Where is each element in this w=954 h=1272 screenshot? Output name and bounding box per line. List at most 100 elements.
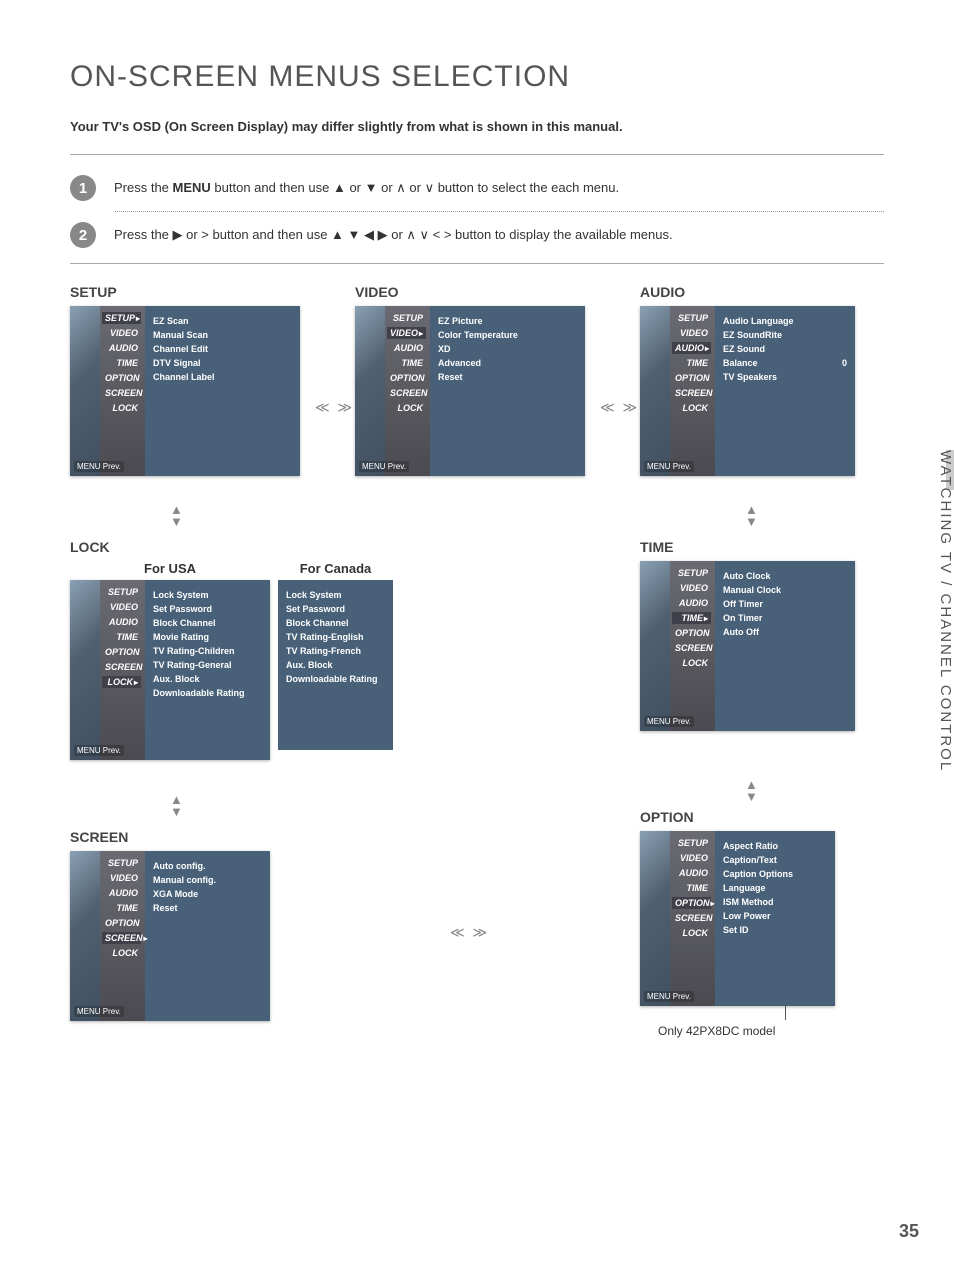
subtitle: Your TV's OSD (On Screen Display) may di…	[70, 119, 884, 134]
osd-option-item: DTV Signal	[153, 358, 292, 368]
osd-menu-item: OPTION▸	[672, 897, 711, 909]
osd-menu-item: TIME▸	[672, 612, 711, 624]
arrows-vertical-icon: ▲▼	[745, 504, 758, 527]
osd-option-item: Manual Clock	[723, 585, 847, 595]
osd-menu-item: AUDIO	[672, 867, 711, 879]
osd-menu-item: SCREEN	[672, 912, 711, 924]
arrows-horizontal-icon: ≪ ≫	[450, 924, 489, 941]
osd-video: SETUPVIDEO▸AUDIOTIMEOPTIONSCREENLOCK EZ …	[355, 306, 585, 476]
osd-option-item: EZ SoundRite	[723, 330, 847, 340]
osd-menu-item: OPTION	[102, 646, 141, 658]
prev-label: MENU Prev.	[359, 461, 409, 472]
osd-option-item: Downloadable Rating	[286, 674, 385, 684]
osd-menu-item: OPTION	[102, 372, 141, 384]
osd-menu-item: AUDIO	[387, 342, 426, 354]
arrows-horizontal-icon: ≪ ≫	[600, 399, 639, 416]
osd-option-item: TV Rating-General	[153, 660, 262, 670]
osd-option-item: Set ID	[723, 925, 827, 935]
osd-menu-item: VIDEO	[102, 872, 141, 884]
footer-note: Only 42PX8DC model	[658, 1024, 835, 1038]
osd-option-item: TV Rating-Children	[153, 646, 262, 656]
osd-options: EZ Scan Manual Scan Channel Edit DTV Signal…	[145, 306, 300, 476]
step-text: Press the MENU button and then use ▲ or …	[114, 175, 619, 198]
osd-menu-item: OPTION	[672, 627, 711, 639]
osd-option-item: Balance0	[723, 358, 847, 368]
dotted-divider	[115, 211, 884, 212]
osd-setup: SETUP▸VIDEOAUDIOTIMEOPTIONSCREENLOCK EZ …	[70, 306, 300, 476]
osd-option-item: Lock System	[286, 590, 385, 600]
osd-menu-item: TIME	[387, 357, 426, 369]
osd-menu-item: LOCK	[672, 927, 711, 939]
osd-menu-item: SETUP▸	[102, 312, 141, 324]
osd-option-item: Downloadable Rating	[153, 688, 262, 698]
side-tab-label: WATCHING TV / CHANNEL CONTROL	[937, 450, 954, 772]
osd-menu-item: LOCK	[672, 657, 711, 669]
page-number: 35	[899, 1221, 919, 1242]
osd-option-item: EZ Picture	[438, 316, 577, 326]
step-text: Press the ▶ or > button and then use ▲ ▼…	[114, 222, 673, 245]
osd-screen: SETUPVIDEOAUDIOTIMEOPTIONSCREEN▸LOCK Aut…	[70, 851, 270, 1021]
arrows-vertical-icon: ▲▼	[170, 794, 183, 817]
osd-lock-usa: SETUPVIDEOAUDIOTIMEOPTIONSCREENLOCK▸ Loc…	[70, 580, 270, 760]
section-label-screen: SCREEN	[70, 829, 270, 845]
page-title: ON-SCREEN MENUS SELECTION	[70, 60, 884, 94]
osd-menu-item: VIDEO▸	[387, 327, 426, 339]
lock-canada-label: For Canada	[278, 561, 393, 576]
osd-options: Auto config.Manual config.XGA ModeReset	[145, 851, 270, 1021]
section-label-audio: AUDIO	[640, 284, 855, 300]
osd-menu-item: AUDIO	[102, 887, 141, 899]
osd-menu-item: VIDEO	[102, 327, 141, 339]
osd-option-item: Aux. Block	[153, 674, 262, 684]
osd-option-item: Caption Options	[723, 869, 827, 879]
osd-option-item: Low Power	[723, 911, 827, 921]
osd-option-item: Reset	[153, 903, 262, 913]
osd-left-list: SETUPVIDEO▸AUDIOTIMEOPTIONSCREENLOCK	[385, 306, 430, 476]
osd-option: SETUPVIDEOAUDIOTIMEOPTION▸SCREENLOCK Asp…	[640, 831, 835, 1006]
osd-menu-item: TIME	[102, 902, 141, 914]
osd-option-item: EZ Sound	[723, 344, 847, 354]
osd-menu-item: VIDEO	[102, 601, 141, 613]
osd-option-item: Audio Language	[723, 316, 847, 326]
prev-label: MENU Prev.	[74, 1006, 124, 1017]
osd-left-list: SETUPVIDEOAUDIOTIME▸OPTIONSCREENLOCK	[670, 561, 715, 731]
osd-menu-item: LOCK▸	[102, 676, 141, 688]
osd-menu-item: SETUP	[387, 312, 426, 324]
step-badge: 2	[70, 222, 96, 248]
osd-menu-item: AUDIO	[672, 597, 711, 609]
section-label-setup: SETUP	[70, 284, 300, 300]
step-1: 1 Press the MENU button and then use ▲ o…	[70, 175, 884, 201]
osd-menu-item: LOCK	[387, 402, 426, 414]
osd-options: EZ PictureColor TemperatureXDAdvancedRes…	[430, 306, 585, 476]
osd-option-item: TV Rating-English	[286, 632, 385, 642]
osd-menu-item: SCREEN	[102, 387, 141, 399]
osd-option-item: Language	[723, 883, 827, 893]
osd-option-item: EZ Scan	[153, 316, 292, 326]
osd-options: Lock SystemSet PasswordBlock ChannelMovi…	[145, 580, 270, 760]
osd-menu-item: AUDIO	[102, 616, 141, 628]
arrows-horizontal-icon: ≪ ≫	[315, 399, 354, 416]
osd-menu-item: SETUP	[672, 567, 711, 579]
osd-option-item: XGA Mode	[153, 889, 262, 899]
osd-option-item: Manual Scan	[153, 330, 292, 340]
osd-option-item: Channel Edit	[153, 344, 292, 354]
section-label-video: VIDEO	[355, 284, 585, 300]
osd-menu-item: LOCK	[102, 402, 141, 414]
osd-option-item: On Timer	[723, 613, 847, 623]
osd-option-item: Advanced	[438, 358, 577, 368]
osd-options: Auto ClockManual ClockOff TimerOn TimerA…	[715, 561, 855, 731]
osd-left-list: SETUPVIDEOAUDIOTIMEOPTIONSCREEN▸LOCK	[100, 851, 145, 1021]
lock-usa-label: For USA	[70, 561, 270, 576]
prev-label: MENU Prev.	[74, 461, 124, 472]
balance-value: 0	[842, 358, 847, 368]
osd-option-item: Channel Label	[153, 372, 292, 382]
osd-option-item: Reset	[438, 372, 577, 382]
osd-option-item: TV Rating-French	[286, 646, 385, 656]
osd-left-list: SETUPVIDEOAUDIO▸TIMEOPTIONSCREENLOCK	[670, 306, 715, 476]
osd-menu-item: SCREEN	[387, 387, 426, 399]
divider	[70, 154, 884, 155]
osd-audio: SETUPVIDEOAUDIO▸TIMEOPTIONSCREENLOCK Aud…	[640, 306, 855, 476]
osd-menu-item: SCREEN	[672, 642, 711, 654]
osd-menu-item: AUDIO	[102, 342, 141, 354]
osd-option-item: Block Channel	[286, 618, 385, 628]
section-label-lock: LOCK	[70, 539, 393, 555]
